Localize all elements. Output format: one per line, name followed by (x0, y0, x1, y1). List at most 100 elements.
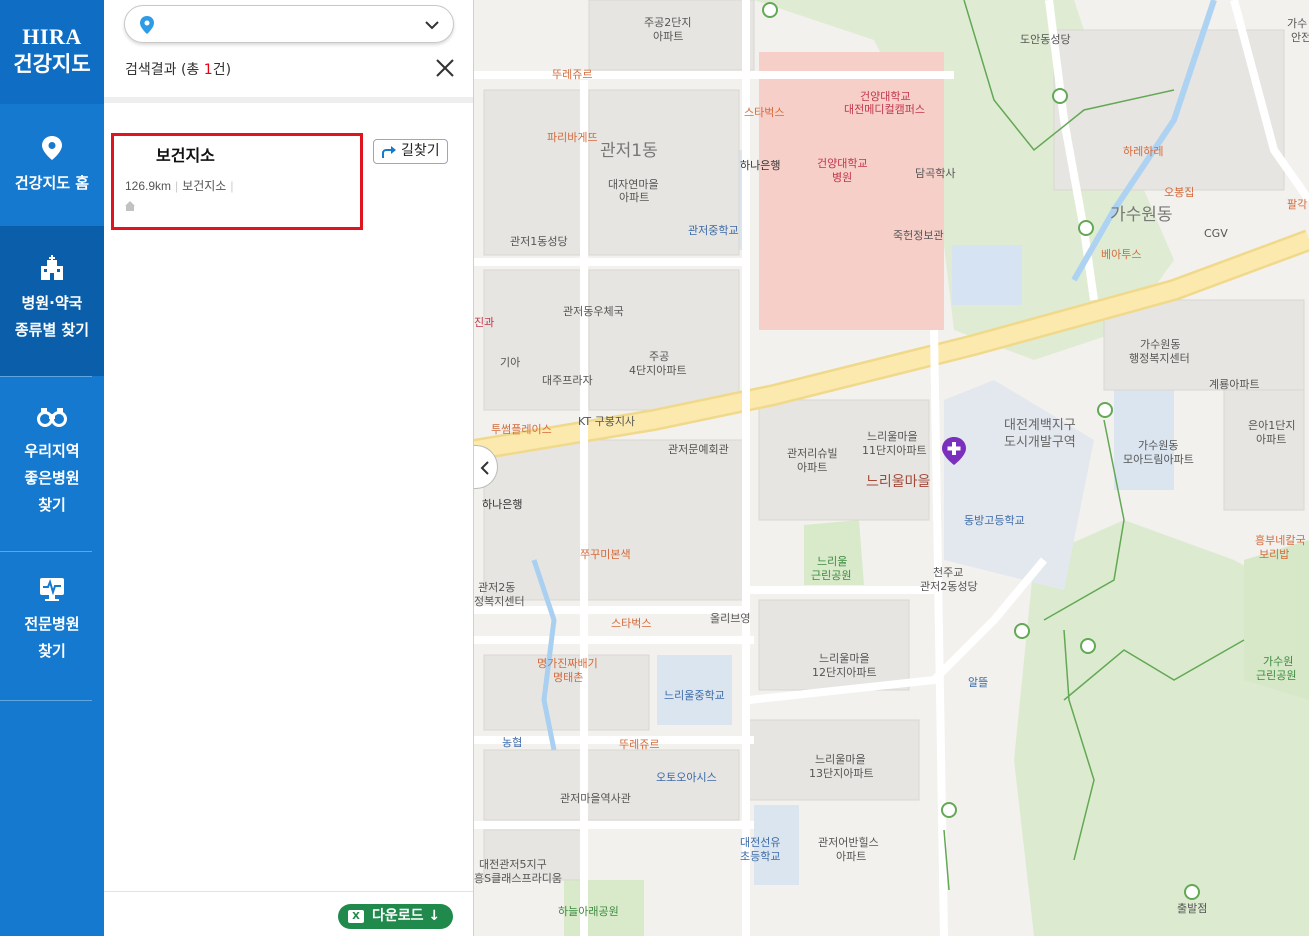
nav-specialty-hospitals[interactable]: 전문병원 찾기 (0, 551, 104, 700)
map-label[interactable]: 보리밥 (1259, 548, 1289, 561)
map-label[interactable]: 느리울마을 (867, 430, 918, 443)
map-label[interactable]: 죽헌정보관 (893, 229, 944, 242)
map-label[interactable]: 은아1단지 (1248, 419, 1295, 432)
map-label[interactable]: 명가진짜배기 (537, 657, 598, 670)
map-label[interactable]: 팔각 (1287, 198, 1307, 211)
map-label[interactable]: 관저문예회관 (668, 443, 729, 456)
map-label[interactable]: 올리브영 (710, 612, 750, 625)
map-label[interactable]: 관저중학교 (688, 224, 739, 237)
map-label[interactable]: 담곡학사 (915, 167, 955, 180)
map-label[interactable]: 정복지센터 (474, 595, 525, 608)
map-label[interactable]: 관저1동 (600, 143, 658, 160)
directions-button[interactable]: 길찾기 (373, 139, 448, 164)
map-label[interactable]: 투썸플레이스 (491, 423, 552, 436)
map-label[interactable]: 대전계백지구 (1004, 419, 1076, 432)
map-label[interactable]: 관저리슈빌 (787, 447, 838, 460)
map-label[interactable]: 13단지아파트 (809, 767, 874, 780)
map-label[interactable]: 출발점 (1177, 902, 1207, 915)
map-label[interactable]: 병원 (832, 171, 852, 184)
map-label[interactable]: 아파트 (797, 461, 827, 474)
map-label[interactable]: 흥S클래스프라디움 (474, 872, 562, 885)
map-label[interactable]: CGV (1204, 227, 1228, 240)
map-label[interactable]: 모아드림아파트 (1123, 453, 1194, 466)
map-label[interactable]: 행정복지센터 (1129, 352, 1190, 365)
map-label[interactable]: 관저2동 (478, 581, 515, 594)
map-label[interactable]: 가수 (1287, 17, 1307, 30)
map-label[interactable]: 느리울마을 (815, 753, 866, 766)
map-label[interactable]: 안전 (1291, 31, 1309, 44)
nav-hospital-pharmacy-by-type[interactable]: 병원·약국 종류별 찾기 (0, 226, 104, 376)
map-label[interactable]: 가수원동 (1138, 439, 1178, 452)
map-label[interactable]: 대주프라자 (542, 374, 593, 387)
map-label[interactable]: 농협 (502, 736, 522, 749)
map-label[interactable]: 가수원동 (1110, 207, 1173, 224)
map-label[interactable]: 천주교 (933, 566, 963, 579)
map-label[interactable]: 아파트 (1256, 433, 1286, 446)
result-count-number: 1 (203, 62, 213, 78)
map-label[interactable]: 베아투스 (1101, 248, 1141, 261)
download-excel-button[interactable]: X 다운로드 ↓ (338, 904, 453, 929)
map-label[interactable]: 계룡아파트 (1209, 378, 1260, 391)
map-label[interactable]: 알뜰 (968, 676, 988, 689)
map-label[interactable]: 느리울 (817, 555, 847, 568)
map-label[interactable]: 관저2동성당 (920, 580, 978, 593)
map-label[interactable]: 하나은행 (740, 159, 780, 172)
health-center-marker-icon[interactable] (941, 436, 967, 466)
map-label[interactable]: 명태촌 (553, 671, 583, 684)
map-label[interactable]: 하나은행 (482, 498, 522, 511)
map-label[interactable]: 초등학교 (740, 850, 780, 863)
map-label[interactable]: 느리울중학교 (664, 689, 725, 702)
map-label[interactable]: 대전관저5지구 (479, 858, 547, 871)
map-label[interactable]: 오토오아시스 (656, 771, 717, 784)
logo-text-health-map: 건강지도 (13, 52, 91, 76)
map-label[interactable]: 스타벅스 (611, 617, 651, 630)
map-label[interactable]: 아파트 (653, 30, 683, 43)
map-label[interactable]: 4단지아파트 (629, 364, 687, 377)
hira-logo[interactable]: HIRA 건강지도 (0, 0, 104, 104)
meta-divider: | (230, 179, 234, 193)
map-label[interactable]: 근린공원 (811, 569, 851, 582)
location-select[interactable] (124, 5, 454, 43)
map-label[interactable]: 12단지아파트 (812, 666, 877, 679)
map-label[interactable]: 주공 (649, 350, 669, 363)
map-label[interactable]: 가수원 (1263, 655, 1293, 668)
map-label[interactable]: 아파트 (619, 191, 649, 204)
map-label[interactable]: 진과 (474, 316, 494, 329)
nav-health-map-home[interactable]: 건강지도 홈 (0, 104, 104, 226)
map-label[interactable]: 스타벅스 (744, 106, 784, 119)
map-label[interactable]: 느리울마을 (819, 652, 870, 665)
map-label[interactable]: 11단지아파트 (862, 444, 927, 457)
map-label[interactable]: 느리울마을 (866, 475, 930, 489)
map-label[interactable]: 하늘아래공원 (558, 905, 619, 918)
map-label[interactable]: 도안동성당 (1020, 33, 1071, 46)
map-label[interactable]: 도시개발구역 (1004, 436, 1076, 449)
map-label[interactable]: 건양대학교 (860, 90, 911, 103)
map-label[interactable]: 관저동우체국 (563, 305, 624, 318)
map-label[interactable]: 대전메디컬캠퍼스 (844, 103, 925, 116)
map-label[interactable]: 뚜레쥬르 (552, 68, 592, 81)
map-label[interactable]: 파리바게뜨 (547, 131, 598, 144)
map-label[interactable]: 기아 (500, 356, 520, 369)
map-label[interactable]: 관저어반힐스 (818, 836, 879, 849)
map-label[interactable]: 관저1동성당 (510, 235, 568, 248)
map-label[interactable]: 오봉집 (1164, 186, 1194, 199)
map-label[interactable]: 대전선유 (740, 836, 780, 849)
result-list-item[interactable]: 보건지소 126.9km | 보건지소 | (111, 133, 363, 230)
map-label[interactable]: 건양대학교 (817, 157, 868, 170)
map-label[interactable]: 동방고등학교 (964, 514, 1025, 527)
map-label[interactable]: 뚜레쥬르 (619, 738, 659, 751)
map-label[interactable]: 주공2단지 (644, 16, 691, 29)
result-facility-name[interactable]: 보건지소 (156, 142, 215, 166)
map-label[interactable]: 아파트 (836, 850, 866, 863)
map-view[interactable]: 주공2단지 아파트 뚜레쥬르 파리바게뜨 관저1동 대자연마을 아파트 관저중학… (474, 0, 1309, 936)
map-label[interactable]: 근린공원 (1256, 669, 1296, 682)
map-label[interactable]: KT 구봉지사 (578, 415, 635, 428)
map-label[interactable]: 가수원동 (1140, 338, 1180, 351)
map-label[interactable]: 관저마을역사관 (560, 792, 631, 805)
close-icon[interactable] (434, 57, 456, 79)
map-label[interactable]: 하레하레 (1123, 145, 1163, 158)
map-label[interactable]: 대자연마을 (608, 178, 659, 191)
nav-local-good-hospitals[interactable]: 우리지역 좋은병원 찾기 (0, 376, 104, 551)
map-label[interactable]: 흥부네칼국 (1255, 534, 1306, 547)
map-label[interactable]: 쭈꾸미본색 (580, 548, 631, 561)
